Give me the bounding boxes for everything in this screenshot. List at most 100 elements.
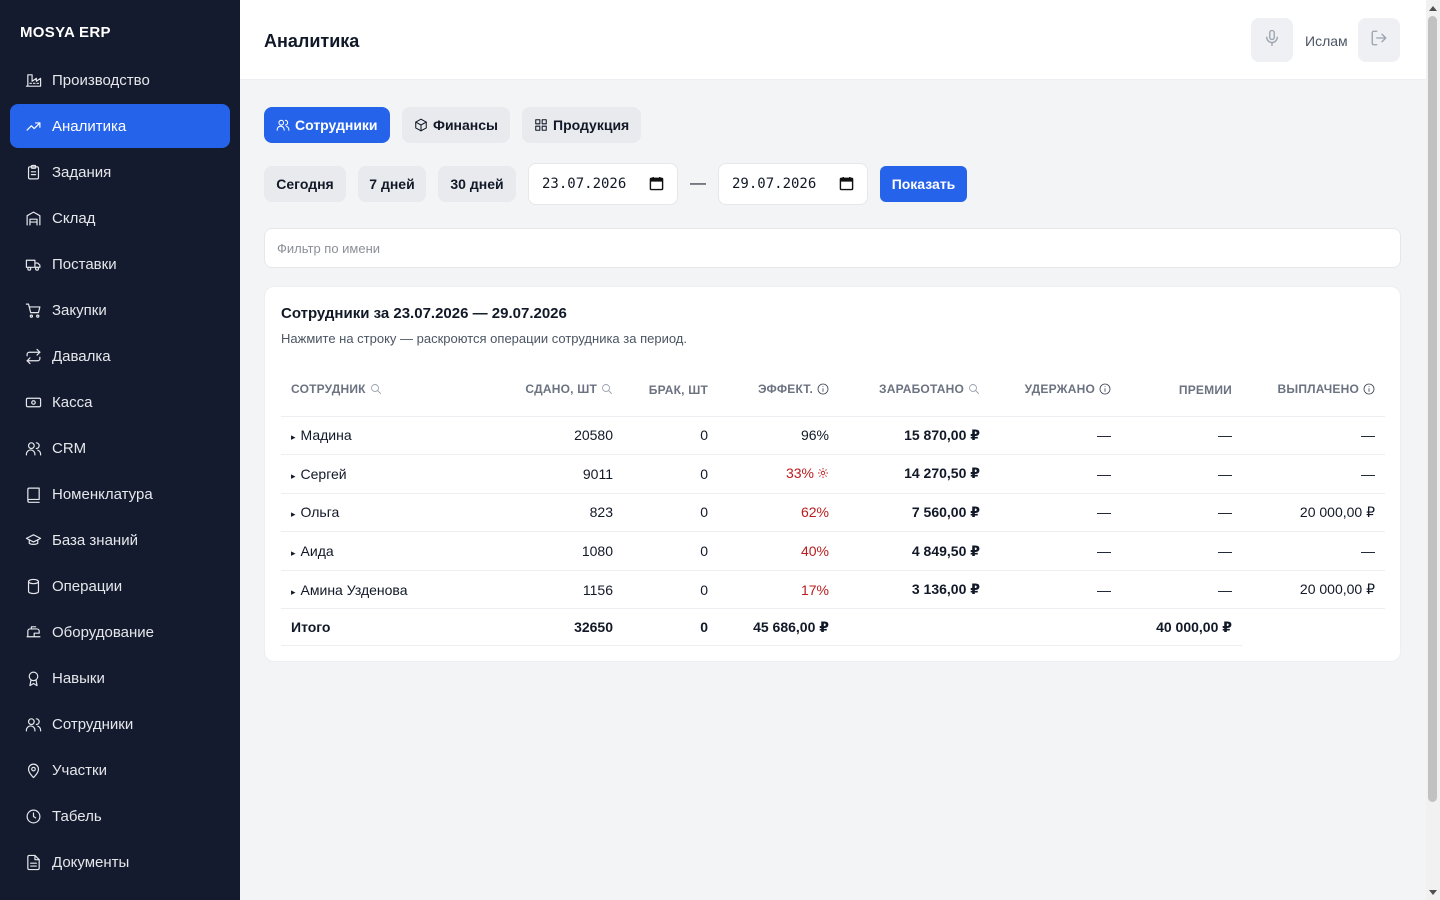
sidebar-item-production[interactable]: Производство [10,58,230,102]
calendar-icon[interactable] [649,176,664,191]
table-row[interactable]: ▸ Мадина 20580 0 96% 15 870,00 ₽ — — — [281,416,1385,456]
name-filter-input[interactable] [264,228,1401,268]
sidebar-item-label: Давалка [52,347,111,365]
tab-products[interactable]: Продукция [522,107,642,143]
efficiency-cell: 17% [718,570,839,610]
column-header-employee[interactable]: Сотрудник [281,364,463,417]
column-header-earned[interactable]: Заработано [839,364,990,417]
sidebar-item-label: Навыки [52,669,105,687]
sidebar-item-warehouse[interactable]: Склад [10,196,230,240]
clipboard-icon [24,163,42,181]
efficiency-value: 33% [785,465,814,482]
date-from-input[interactable]: 23.07.2026 [528,163,678,205]
total-earned-cell: 45 686,00 ₽ [718,608,839,647]
sidebar-item-knowledge-base[interactable]: База знаний [10,518,230,562]
sidebar-item-documents[interactable]: Документы [10,840,230,884]
trending-up-icon [24,117,42,135]
tab-employees[interactable]: Сотрудники [264,107,390,143]
sidebar-item-label: База знаний [52,531,138,549]
sidebar-item-tasks[interactable]: Задания [10,150,230,194]
info-icon[interactable] [1099,383,1111,398]
users-icon [276,118,290,132]
voice-input-button[interactable] [1251,18,1293,62]
sidebar-item-skills[interactable]: Навыки [10,656,230,700]
sidebar-item-label: Закупки [52,301,107,319]
scroll-up-arrow[interactable] [1429,6,1437,11]
sidebar-item-label: Поставки [52,255,117,273]
sidebar-item-operations[interactable]: Операции [10,564,230,608]
employees-report-card: Сотрудники за 23.07.2026 — 29.07.2026 На… [264,286,1401,662]
column-header-defect[interactable]: Брак, шт [623,364,718,417]
column-header-efficiency[interactable]: Эффект. [718,364,839,417]
date-range-separator: — [690,175,706,192]
sidebar-item-nomenclature[interactable]: Номенклатура [10,472,230,516]
tab-finance[interactable]: Финансы [402,107,510,143]
expand-triangle-icon[interactable]: ▸ [291,548,296,558]
sidebar-item-cashbox[interactable]: Касса [10,380,230,424]
info-icon[interactable] [1363,383,1375,398]
period-7-days-button[interactable]: 7 дней [358,166,426,202]
search-icon[interactable] [370,383,382,398]
sidebar-item-tolling[interactable]: Давалка [10,334,230,378]
sidebar-nav: Производство Аналитика Задания Склад Пос… [10,58,230,886]
report-subtitle: Нажмите на строку — раскроются операции … [281,331,687,346]
expand-triangle-icon[interactable]: ▸ [291,509,296,519]
employees-table: Сотрудник Сдано, шт Брак, шт Эффект. Зар… [281,364,1385,647]
total-empty-cell [839,608,990,647]
sidebar-item-analytics[interactable]: Аналитика [10,104,230,148]
sidebar-item-label: Касса [52,393,93,411]
table-row[interactable]: ▸ Сергей 9011 0 33% 14 270,50 ₽ — — — [281,454,1385,494]
employee-name: Амина Узденова [300,581,408,598]
expand-triangle-icon[interactable]: ▸ [291,471,296,481]
sidebar-item-label: Номенклатура [52,485,153,503]
column-label: Сдано, шт [525,381,597,396]
scroll-thumb[interactable] [1428,16,1437,802]
period-today-button[interactable]: Сегодня [264,166,346,202]
paid-cell: 20 000,00 ₽ [1242,493,1385,533]
sidebar-item-label: Операции [52,577,123,595]
calendar-icon[interactable] [839,176,854,191]
sidebar-item-employees[interactable]: Сотрудники [10,702,230,746]
date-to-input[interactable]: 29.07.2026 [718,163,868,205]
table-row[interactable]: ▸ Ольга 823 0 62% 7 560,00 ₽ — — 20 000,0… [281,493,1385,533]
factory-icon [24,71,42,89]
info-icon[interactable] [817,383,829,398]
sidebar-item-label: CRM [52,439,87,457]
expand-triangle-icon[interactable]: ▸ [291,432,296,442]
search-icon[interactable] [601,383,613,398]
expand-triangle-icon[interactable]: ▸ [291,587,296,597]
paid-cell: — [1242,531,1385,571]
defect-cell: 0 [623,454,718,494]
sidebar-item-purchases[interactable]: Закупки [10,288,230,332]
page-title: Аналитика [264,31,360,51]
app-brand: MOSYA ERP [20,24,111,41]
logout-button[interactable] [1358,18,1400,62]
efficiency-cell: 33% [718,454,839,494]
table-row[interactable]: ▸ Амина Узденова 1156 0 17% 3 136,00 ₽ — … [281,570,1385,610]
table-row[interactable]: ▸ Аида 1080 0 40% 4 849,50 ₽ — — — [281,531,1385,571]
column-header-bonuses[interactable]: Премии [1121,364,1242,417]
submitted-cell: 20580 [463,416,623,456]
column-header-withheld[interactable]: Удержано [990,364,1121,417]
map-pin-icon [24,761,42,779]
search-icon[interactable] [968,383,980,398]
period-30-days-button[interactable]: 30 дней [438,166,516,202]
employee-name: Мадина [300,427,352,444]
show-button[interactable]: Показать [880,166,967,202]
column-header-submitted[interactable]: Сдано, шт [463,364,623,417]
column-label: Сотрудник [291,381,366,396]
sidebar-item-equipment[interactable]: Оборудование [10,610,230,654]
withheld-cell: — [990,454,1121,494]
column-header-paid[interactable]: Выплачено [1242,364,1385,417]
paid-cell: 20 000,00 ₽ [1242,570,1385,610]
date-from-value: 23.07.2026 [542,176,627,192]
efficiency-cell: 96% [718,416,839,456]
sidebar-item-crm[interactable]: CRM [10,426,230,470]
column-label: Удержано [1024,381,1095,396]
sidebar-item-deliveries[interactable]: Поставки [10,242,230,286]
page-scrollbar[interactable] [1426,0,1440,900]
sidebar-item-timesheet[interactable]: Табель [10,794,230,838]
bonuses-cell: — [1121,531,1242,571]
scroll-down-arrow[interactable] [1429,890,1437,895]
sidebar-item-sections[interactable]: Участки [10,748,230,792]
